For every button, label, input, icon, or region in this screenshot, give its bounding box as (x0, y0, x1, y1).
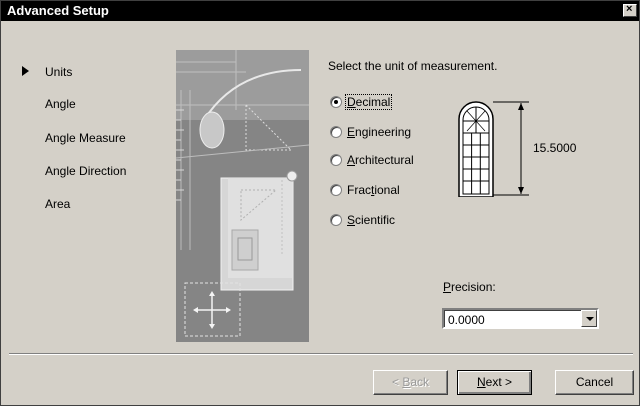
back-button[interactable]: < Back (373, 370, 448, 395)
radio-label-scientific: Scientific (347, 213, 396, 227)
unit-prompt: Select the unit of measurement. (328, 59, 498, 73)
window-title: Advanced Setup (7, 3, 109, 18)
step-label: Angle Measure (45, 131, 126, 145)
next-button[interactable]: Next > (457, 370, 532, 395)
radio-label-engineering: Engineering (347, 125, 412, 139)
radio-button-icon[interactable] (330, 154, 342, 166)
close-icon: × (626, 3, 633, 15)
footer-divider (9, 353, 633, 355)
radio-button-icon[interactable] (330, 126, 342, 138)
precision-select[interactable]: 0.0000 (442, 308, 599, 329)
step-label: Angle (45, 97, 76, 111)
step-label: Units (45, 65, 73, 79)
dropdown-arrow-icon[interactable] (581, 310, 597, 327)
radio-button-icon[interactable] (330, 184, 342, 196)
radio-label-architectural: Architectural (347, 153, 414, 167)
current-step-arrow-icon (22, 66, 29, 76)
step-label: Area (45, 197, 71, 211)
close-button[interactable]: × (623, 3, 637, 17)
radio-button-icon[interactable] (330, 214, 342, 226)
window-dimension-preview-icon (458, 101, 529, 197)
wizard-illustration (176, 50, 309, 342)
cancel-button[interactable]: Cancel (555, 370, 634, 395)
precision-label: Precision: (443, 280, 496, 294)
title-bar: Advanced Setup × (1, 1, 639, 21)
dimension-value: 15.5000 (533, 141, 577, 155)
drafting-illustration-icon (176, 50, 309, 342)
advanced-setup-dialog: Advanced Setup × Units Angle Angle Measu… (0, 0, 640, 406)
precision-value: 0.0000 (448, 313, 485, 327)
step-label: Angle Direction (45, 164, 127, 178)
radio-button-selected-icon[interactable] (330, 96, 342, 108)
radio-label-decimal: Decimal (344, 94, 393, 110)
radio-label-fractional: Fractional (347, 183, 400, 197)
